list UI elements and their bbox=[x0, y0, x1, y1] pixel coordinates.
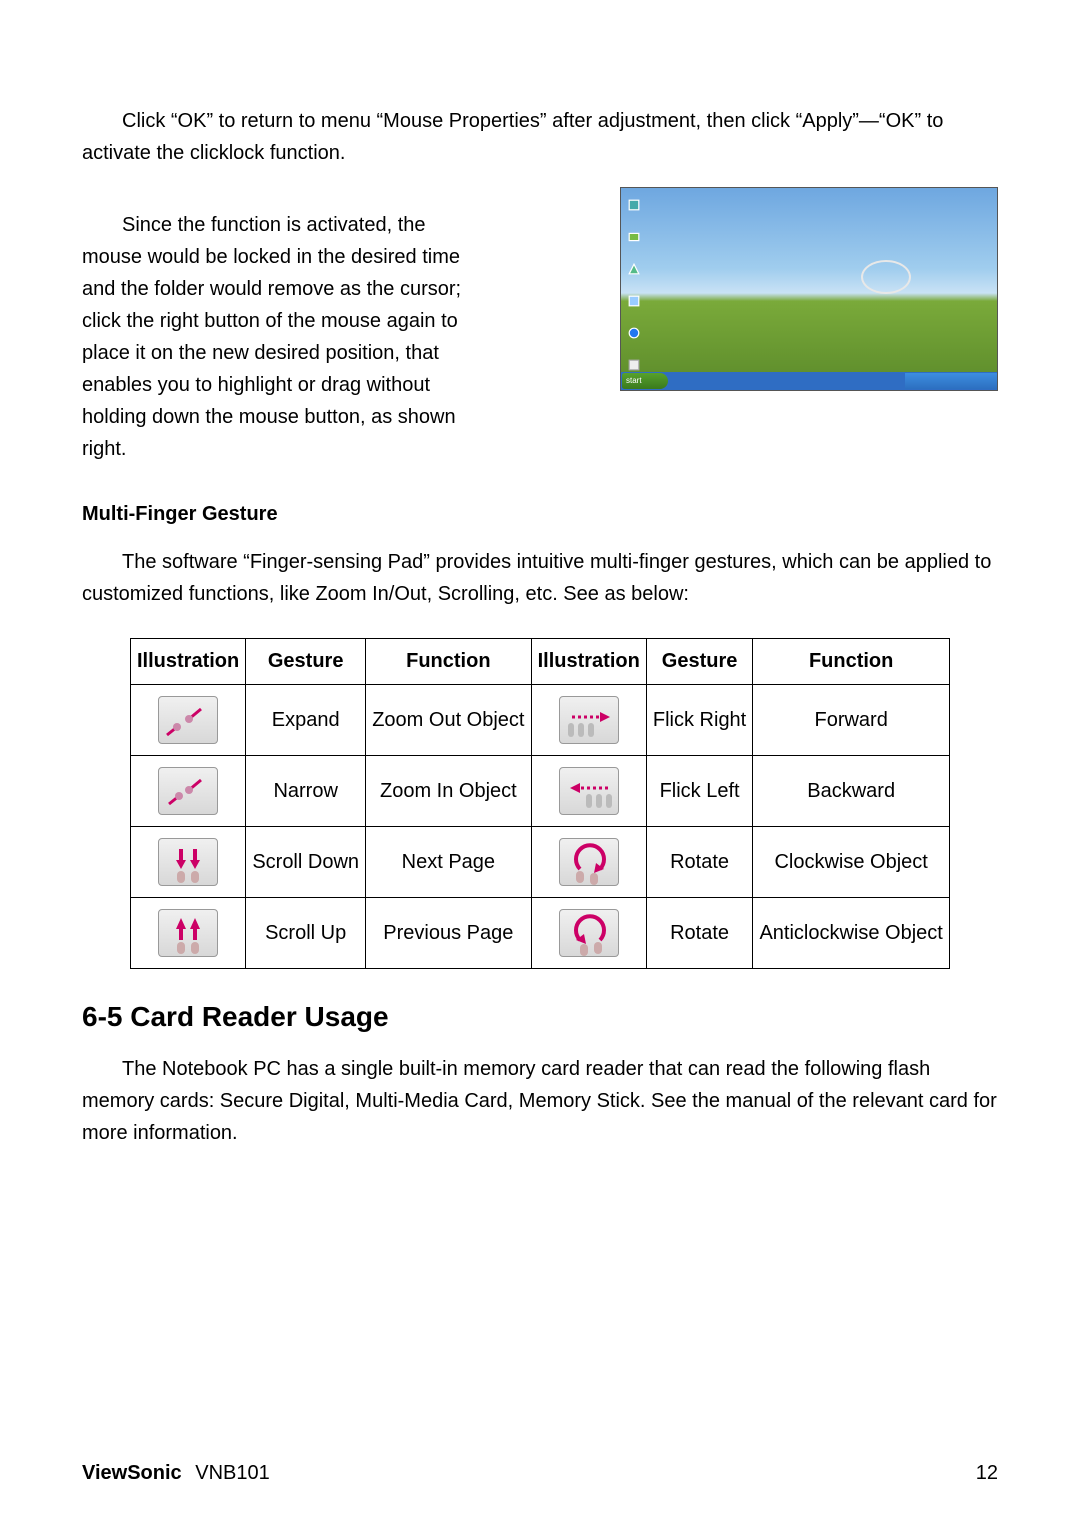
function-cell: Zoom In Object bbox=[366, 756, 532, 827]
col-illustration: Illustration bbox=[531, 639, 646, 685]
function-cell: Clockwise Object bbox=[753, 827, 950, 898]
footer-model: VNB101 bbox=[195, 1462, 270, 1484]
paragraph-intro: Click “OK” to return to menu “Mouse Prop… bbox=[82, 105, 998, 169]
col-gesture: Gesture bbox=[646, 639, 753, 685]
function-cell: Previous Page bbox=[366, 898, 532, 969]
illustration-cell bbox=[531, 827, 646, 898]
highlight-circle bbox=[861, 260, 911, 294]
document-page: Click “OK” to return to menu “Mouse Prop… bbox=[0, 0, 1080, 1529]
heading-multi-finger: Multi-Finger Gesture bbox=[82, 503, 998, 526]
illustration-cell bbox=[531, 685, 646, 756]
col-function: Function bbox=[366, 639, 532, 685]
flick-right-icon bbox=[559, 696, 619, 744]
desktop-icon bbox=[625, 258, 643, 280]
illustration-cell bbox=[131, 898, 246, 969]
desktop-icon bbox=[625, 322, 643, 344]
gesture-cell: Scroll Up bbox=[246, 898, 366, 969]
illustration-cell bbox=[131, 827, 246, 898]
rotate-ccw-icon bbox=[559, 909, 619, 957]
row-activated: Since the function is activated, the mou… bbox=[82, 187, 998, 485]
table-row: Narrow Zoom In Object Flick Left Ba bbox=[131, 756, 950, 827]
gesture-cell: Scroll Down bbox=[246, 827, 366, 898]
col-gesture: Gesture bbox=[246, 639, 366, 685]
footer-left: ViewSonic VNB101 bbox=[82, 1462, 270, 1485]
illustration-cell bbox=[131, 756, 246, 827]
gesture-cell: Rotate bbox=[646, 827, 753, 898]
desktop-icon bbox=[625, 290, 643, 312]
function-cell: Next Page bbox=[366, 827, 532, 898]
rotate-cw-icon bbox=[559, 838, 619, 886]
desktop-icon bbox=[625, 194, 643, 216]
expand-icon bbox=[158, 696, 218, 744]
function-cell: Anticlockwise Object bbox=[753, 898, 950, 969]
col-function: Function bbox=[753, 639, 950, 685]
function-cell: Backward bbox=[753, 756, 950, 827]
footer-brand: ViewSonic bbox=[82, 1462, 182, 1484]
table-row: Expand Zoom Out Object Flick Right bbox=[131, 685, 950, 756]
gesture-cell: Expand bbox=[246, 685, 366, 756]
paragraph-card-reader: The Notebook PC has a single built-in me… bbox=[82, 1053, 998, 1149]
function-cell: Zoom Out Object bbox=[366, 685, 532, 756]
gesture-cell: Flick Right bbox=[646, 685, 753, 756]
illustration-cell bbox=[131, 685, 246, 756]
gesture-cell: Rotate bbox=[646, 898, 753, 969]
gesture-table: Illustration Gesture Function Illustrati… bbox=[130, 638, 950, 969]
col-illustration: Illustration bbox=[131, 639, 246, 685]
page-footer: ViewSonic VNB101 12 bbox=[82, 1462, 998, 1485]
gesture-cell: Flick Left bbox=[646, 756, 753, 827]
gesture-cell: Narrow bbox=[246, 756, 366, 827]
table-header-row: Illustration Gesture Function Illustrati… bbox=[131, 639, 950, 685]
narrow-icon bbox=[158, 767, 218, 815]
footer-page-number: 12 bbox=[976, 1462, 998, 1485]
paragraph-multi-finger: The software “Finger-sensing Pad” provid… bbox=[82, 546, 998, 610]
table-row: Scroll Up Previous Page Rotate Anticlock… bbox=[131, 898, 950, 969]
start-button: start bbox=[622, 373, 668, 389]
illustration-cell bbox=[531, 898, 646, 969]
scroll-up-icon bbox=[158, 909, 218, 957]
paragraph-activated: Since the function is activated, the mou… bbox=[82, 207, 478, 465]
table-row: Scroll Down Next Page Rotate Clockwise O… bbox=[131, 827, 950, 898]
scroll-down-icon bbox=[158, 838, 218, 886]
illustration-cell bbox=[531, 756, 646, 827]
desktop-icon-column bbox=[625, 194, 643, 376]
system-tray bbox=[905, 373, 997, 389]
function-cell: Forward bbox=[753, 685, 950, 756]
taskbar: start bbox=[621, 372, 997, 390]
desktop-screenshot: start bbox=[620, 187, 998, 391]
heading-card-reader: 6-5 Card Reader Usage bbox=[82, 1001, 998, 1033]
desktop-icon bbox=[625, 226, 643, 248]
flick-left-icon bbox=[559, 767, 619, 815]
